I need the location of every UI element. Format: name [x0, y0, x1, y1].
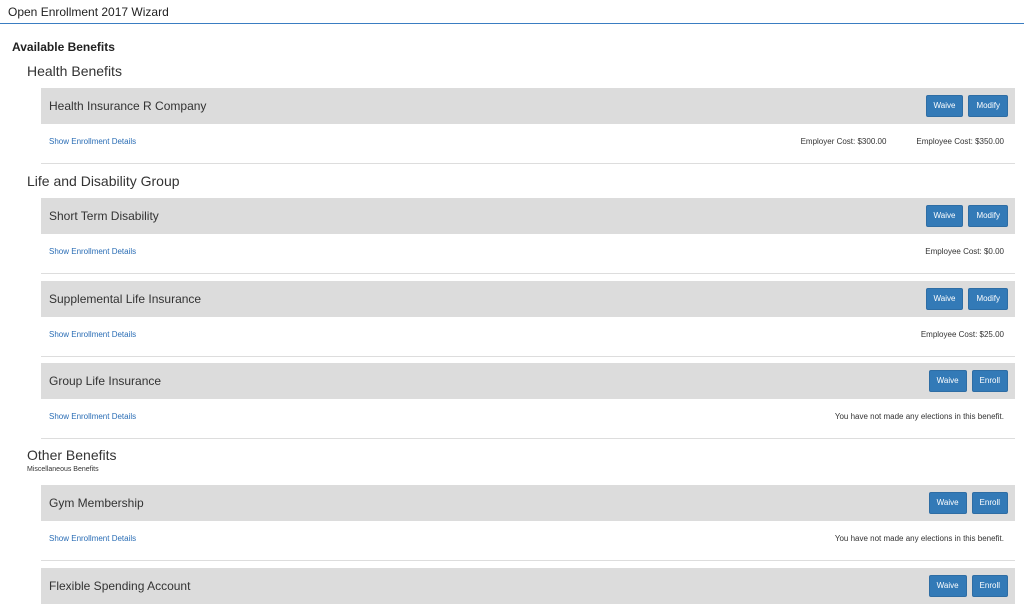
cost-info: Employee Cost: $25.00: [921, 330, 1004, 339]
details-row-health-insurance: Show Enrollment Details Employer Cost: $…: [41, 126, 1015, 164]
benefit-name: Gym Membership: [49, 496, 144, 510]
benefit-actions: Waive Modify: [925, 205, 1008, 227]
benefit-name: Group Life Insurance: [49, 374, 162, 388]
employee-cost: Employee Cost: $350.00: [916, 137, 1004, 146]
show-enrollment-details-link[interactable]: Show Enrollment Details: [49, 137, 136, 146]
show-enrollment-details-link[interactable]: Show Enrollment Details: [49, 412, 136, 421]
details-row-short-term-disability: Show Enrollment Details Employee Cost: $…: [41, 236, 1015, 274]
available-benefits-heading: Available Benefits: [12, 40, 115, 54]
benefit-name: Health Insurance R Company: [49, 99, 207, 113]
cost-info: Employer Cost: $300.00 Employee Cost: $3…: [801, 137, 1004, 146]
group-subheading-other: Miscellaneous Benefits: [27, 466, 99, 473]
benefit-actions: Waive Enroll: [928, 370, 1008, 392]
modify-button[interactable]: Modify: [968, 288, 1008, 310]
waive-button[interactable]: Waive: [928, 492, 967, 514]
benefit-bar-supplemental-life: Supplemental Life Insurance Waive Modify: [41, 281, 1015, 317]
benefit-bar-flexible-spending: Flexible Spending Account Waive Enroll: [41, 568, 1015, 604]
benefit-bar-short-term-disability: Short Term Disability Waive Modify: [41, 198, 1015, 234]
modify-button[interactable]: Modify: [968, 95, 1008, 117]
election-status: You have not made any elections in this …: [835, 412, 1004, 421]
group-heading-other: Other Benefits: [27, 447, 117, 463]
cost-info: Employee Cost: $0.00: [925, 247, 1004, 256]
election-status-text: You have not made any elections in this …: [834, 412, 1004, 421]
waive-button[interactable]: Waive: [925, 95, 964, 117]
wizard-content: Available Benefits Health Benefits Healt…: [0, 0, 1024, 614]
election-status-text: You have not made any elections in this …: [834, 534, 1004, 543]
benefit-bar-health-insurance: Health Insurance R Company Waive Modify: [41, 88, 1015, 124]
employee-cost: Employee Cost: $0.00: [925, 247, 1004, 256]
group-heading-health: Health Benefits: [27, 63, 122, 79]
benefit-bar-gym-membership: Gym Membership Waive Enroll: [41, 485, 1015, 521]
benefit-actions: Waive Enroll: [928, 575, 1008, 597]
benefit-actions: Waive Enroll: [928, 492, 1008, 514]
benefit-bar-group-life: Group Life Insurance Waive Enroll: [41, 363, 1015, 399]
show-enrollment-details-link[interactable]: Show Enrollment Details: [49, 247, 136, 256]
enroll-button[interactable]: Enroll: [971, 575, 1008, 597]
waive-button[interactable]: Waive: [928, 575, 967, 597]
election-status: You have not made any elections in this …: [835, 534, 1004, 543]
details-row-supplemental-life: Show Enrollment Details Employee Cost: $…: [41, 319, 1015, 357]
benefit-name: Flexible Spending Account: [49, 579, 191, 593]
benefit-name: Supplemental Life Insurance: [49, 292, 202, 306]
employer-cost: Employer Cost: $300.00: [800, 137, 887, 146]
modify-button[interactable]: Modify: [968, 205, 1008, 227]
waive-button[interactable]: Waive: [928, 370, 967, 392]
enroll-button[interactable]: Enroll: [971, 370, 1008, 392]
benefit-actions: Waive Modify: [925, 95, 1008, 117]
waive-button[interactable]: Waive: [925, 288, 964, 310]
enroll-button[interactable]: Enroll: [971, 492, 1008, 514]
employee-cost: Employee Cost: $25.00: [920, 330, 1004, 339]
benefit-name: Short Term Disability: [49, 209, 159, 223]
show-enrollment-details-link[interactable]: Show Enrollment Details: [49, 330, 136, 339]
waive-button[interactable]: Waive: [925, 205, 964, 227]
details-row-gym-membership: Show Enrollment Details You have not mad…: [41, 523, 1015, 561]
show-enrollment-details-link[interactable]: Show Enrollment Details: [49, 534, 136, 543]
group-heading-life: Life and Disability Group: [27, 173, 180, 189]
details-row-group-life: Show Enrollment Details You have not mad…: [41, 401, 1015, 439]
benefit-actions: Waive Modify: [925, 288, 1008, 310]
